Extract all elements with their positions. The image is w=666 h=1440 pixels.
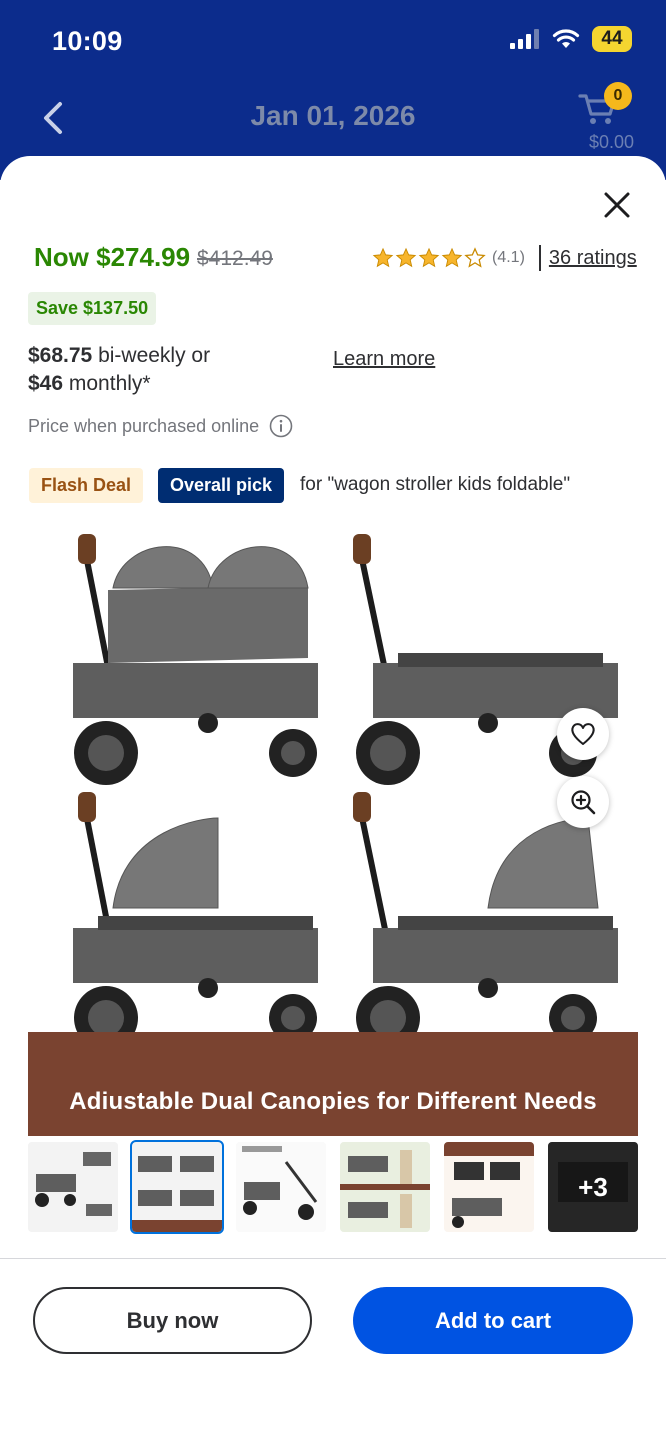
savings-badge: Save $137.50 — [28, 292, 157, 325]
image-caption-band — [28, 1032, 638, 1136]
ratings-count-link[interactable]: 36 ratings — [549, 247, 637, 270]
biweekly-payment: $68.75 bi-weekly or — [28, 344, 210, 368]
biweekly-amount: $68.75 — [28, 344, 93, 367]
rating-summary: (4.1) 36 ratings — [372, 245, 637, 271]
price-note-text: Price when purchased online — [28, 415, 260, 436]
cart-total: $0.00 — [588, 132, 634, 152]
thumbnail-4[interactable] — [340, 1142, 430, 1232]
thumbnail-image — [132, 1142, 222, 1232]
favorite-button[interactable] — [557, 708, 609, 760]
wifi-icon — [552, 29, 580, 48]
original-price: $412.49 — [197, 247, 273, 270]
rating-stars — [372, 247, 486, 269]
current-price: Now $274.99 — [34, 242, 191, 272]
image-caption: Adiustable Dual Canopies for Different N… — [69, 1088, 597, 1115]
app-header: 10:09 44 Jan 01, 2026 0 $0.00 — [0, 0, 666, 180]
thumbnail-2-selected[interactable] — [130, 1140, 224, 1234]
close-icon[interactable] — [602, 190, 632, 220]
zoom-in-icon — [571, 790, 596, 815]
thumbnail-strip: +3 — [28, 1140, 638, 1234]
product-sheet: Now $274.99 $412.49 (4.1) 36 ratings Sav… — [0, 156, 666, 1440]
overall-pick-badge: Overall pick — [158, 468, 285, 503]
signal-icon — [510, 29, 539, 49]
price-note: Price when purchased online — [28, 414, 293, 438]
status-icons: 44 — [510, 26, 632, 52]
actions-divider — [0, 1258, 666, 1259]
biweekly-suffix: bi-weekly or — [92, 344, 211, 367]
rating-divider — [538, 245, 541, 271]
thumbnail-1[interactable] — [28, 1142, 118, 1232]
overall-pick-query: for "wagon stroller kids foldable" — [300, 474, 571, 495]
zoom-button[interactable] — [557, 776, 609, 828]
cart-count-badge: 0 — [604, 82, 632, 110]
star-outline-icon — [464, 247, 486, 268]
heart-icon — [571, 723, 595, 745]
flash-deal-badge: Flash Deal — [29, 468, 144, 503]
thumbnail-5[interactable] — [444, 1142, 534, 1232]
header-date: Jan 01, 2026 — [250, 100, 416, 131]
monthly-suffix: monthly* — [63, 372, 151, 395]
learn-more-link[interactable]: Learn more — [333, 348, 435, 371]
thumbnail-image — [444, 1142, 534, 1232]
buy-now-button[interactable]: Buy now — [33, 1287, 312, 1354]
info-icon[interactable] — [269, 414, 293, 438]
star-icon — [418, 247, 440, 268]
monthly-amount: $46 — [28, 372, 64, 395]
status-time: 10:09 — [52, 26, 123, 56]
thumbnail-3[interactable] — [236, 1142, 326, 1232]
rating-value: (4.1) — [492, 249, 525, 266]
battery-indicator: 44 — [592, 26, 632, 52]
more-images-count: +3 — [548, 1142, 638, 1232]
thumbnail-6-more[interactable]: +3 — [548, 1142, 638, 1232]
thumbnail-image — [340, 1142, 430, 1232]
cart-button[interactable]: 0 $0.00 — [574, 82, 636, 154]
monthly-payment: $46 monthly* — [28, 372, 151, 396]
thumbnail-image — [28, 1142, 118, 1232]
star-icon — [441, 247, 463, 268]
star-icon — [372, 247, 394, 268]
star-icon — [395, 247, 417, 268]
product-main-image[interactable]: Adiustable Dual Canopies for Different N… — [28, 528, 638, 1136]
wagon-stroller-illustration — [73, 534, 618, 1032]
thumbnail-image — [236, 1142, 326, 1232]
add-to-cart-button[interactable]: Add to cart — [353, 1287, 633, 1354]
